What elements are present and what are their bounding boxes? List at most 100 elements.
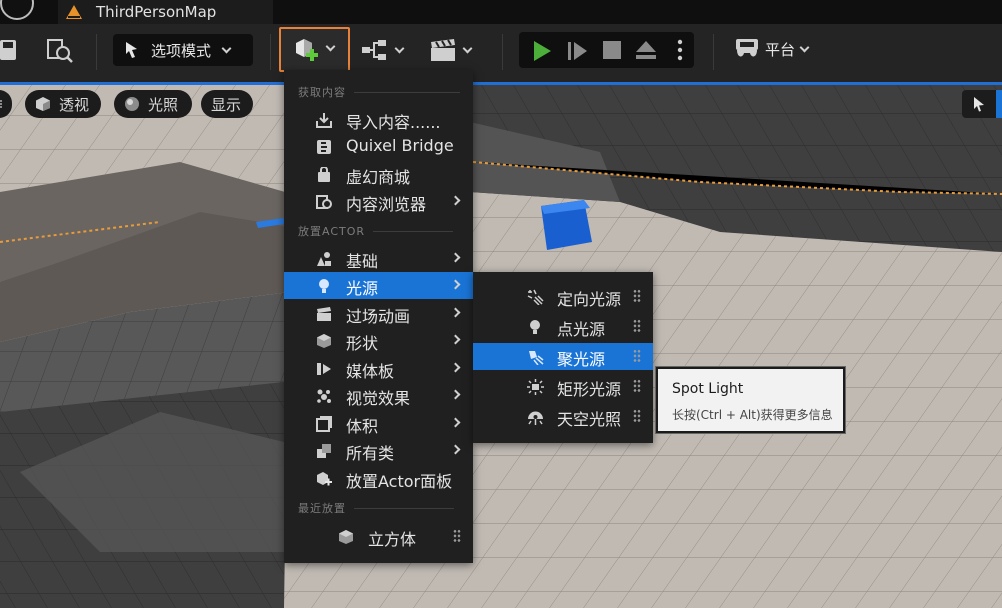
menu-item-content-browser[interactable]: 内容浏览器: [284, 188, 473, 215]
media-icon: [317, 363, 331, 375]
lit-mode-label: 光照: [148, 95, 179, 114]
drag-handle-icon[interactable]: [633, 289, 641, 303]
perspective-label: 透视: [59, 95, 90, 114]
submenu-item-spot-light[interactable]: 聚光源: [473, 343, 653, 370]
drag-handle-icon[interactable]: [633, 379, 641, 393]
toolbar-separator: [270, 34, 271, 70]
tool-active-indicator: [996, 90, 1002, 118]
quick-add-button[interactable]: [279, 27, 350, 72]
submenu-item-label: 定向光源: [557, 290, 622, 309]
chevron-right-icon: [450, 279, 461, 290]
perspective-button[interactable]: 透视: [25, 90, 101, 118]
advance-frame-icon[interactable]: [567, 40, 589, 62]
marketplace-icon: [318, 167, 330, 182]
chevron-right-icon: [450, 362, 461, 373]
platform-label: 平台: [765, 40, 796, 59]
menu-item-label: 放置Actor面板: [346, 472, 453, 491]
section-divider: [354, 91, 460, 93]
lit-sphere-icon: [125, 97, 139, 111]
toolbar-separator: [713, 34, 714, 70]
submenu-item-sky-light[interactable]: 天空光照: [473, 403, 653, 430]
submenu-item-label: 点光源: [557, 320, 606, 339]
menu-item-label: 所有类: [346, 444, 395, 463]
menu-item-marketplace[interactable]: 虚幻商城: [284, 161, 473, 188]
menu-item-label: 立方体: [368, 530, 417, 549]
select-mode-button[interactable]: 选项模式: [113, 34, 253, 66]
submenu-item-point-light[interactable]: 点光源: [473, 313, 653, 340]
section-divider: [373, 230, 454, 232]
blueprint-icon[interactable]: [362, 38, 390, 62]
menu-item-visual-effects[interactable]: 视觉效果: [284, 382, 473, 409]
chevron-right-icon: [450, 252, 461, 263]
menu-item-lights[interactable]: 光源: [284, 272, 473, 299]
drag-handle-icon[interactable]: [453, 529, 461, 543]
cinematics-icon: [317, 307, 331, 321]
drag-handle-icon[interactable]: [633, 349, 641, 363]
point-light-icon: [530, 320, 540, 334]
submenu-item-label: 天空光照: [557, 410, 622, 429]
main-toolbar: 选项模式 平台: [0, 24, 1002, 82]
lit-mode-button[interactable]: 光照: [114, 90, 192, 118]
gamepad-icon: [736, 39, 758, 57]
toolbar-separator: [502, 34, 503, 70]
stop-icon[interactable]: [603, 41, 621, 59]
transform-tools: [962, 90, 1002, 118]
content-browse-icon[interactable]: [46, 38, 74, 64]
select-cursor-icon[interactable]: [972, 96, 986, 112]
eject-icon[interactable]: [635, 40, 657, 60]
volume-icon: [316, 416, 332, 432]
viewport-active-border: [0, 82, 1002, 85]
select-mode-label: 选项模式: [151, 41, 212, 60]
menu-item-import-content[interactable]: 导入内容......: [284, 106, 473, 133]
menu-item-quixel-bridge[interactable]: Quixel Bridge: [284, 133, 473, 160]
submenu-item-label: 矩形光源: [557, 380, 622, 399]
section-divider: [354, 507, 454, 509]
drag-handle-icon[interactable]: [633, 319, 641, 333]
chevron-down-icon: [221, 43, 232, 53]
menu-item-volumes[interactable]: 体积: [284, 410, 473, 437]
all-classes-icon: [317, 444, 331, 458]
menu-item-label: 视觉效果: [346, 389, 411, 408]
menu-item-shapes[interactable]: 形状: [284, 327, 473, 354]
show-label: 显示: [211, 95, 242, 114]
submenu-item-directional-light[interactable]: 定向光源: [473, 283, 653, 310]
menu-item-label: 媒体板: [346, 362, 395, 381]
menu-item-label: 虚幻商城: [346, 168, 411, 187]
drag-handle-icon[interactable]: [633, 409, 641, 423]
spot-light-icon: [529, 351, 544, 365]
menu-item-label: 形状: [346, 334, 379, 353]
menu-item-label: 内容浏览器: [346, 195, 427, 214]
submenu-item-rect-light[interactable]: 矩形光源: [473, 373, 653, 400]
map-tab[interactable]: ThirdPersonMap: [58, 0, 273, 24]
menu-item-label: Quixel Bridge: [346, 136, 454, 155]
perspective-cube-icon: [36, 97, 50, 111]
import-icon: [316, 113, 332, 128]
platform-button[interactable]: 平台: [735, 38, 810, 60]
play-icon[interactable]: [531, 40, 553, 62]
menu-item-basic[interactable]: 基础: [284, 245, 473, 272]
chevron-down-icon: [799, 42, 810, 52]
menu-item-media[interactable]: 媒体板: [284, 355, 473, 382]
section-get-label: 获取内容: [298, 86, 346, 99]
menu-item-all-classes[interactable]: 所有类: [284, 437, 473, 464]
section-recent-label: 最近放置: [298, 502, 346, 515]
menu-item-label: 体积: [346, 417, 379, 436]
chevron-right-icon: [450, 195, 461, 206]
unreal-logo-icon[interactable]: [0, 0, 34, 20]
quixel-bridge-icon: [317, 140, 331, 154]
level-icon: [66, 5, 82, 19]
title-bar: ThirdPersonMap: [0, 0, 1002, 24]
more-options-icon[interactable]: [677, 39, 683, 61]
menu-item-recent-cube[interactable]: 立方体: [284, 523, 473, 550]
cinematics-toolbar-icon[interactable]: [430, 38, 458, 62]
show-button[interactable]: 显示: [201, 90, 253, 118]
map-tab-label: ThirdPersonMap: [96, 3, 217, 21]
menu-item-place-actors-panel[interactable]: 放置Actor面板: [284, 465, 473, 492]
place-actors-panel-icon: [317, 472, 332, 486]
menu-item-label: 导入内容......: [346, 113, 441, 132]
menu-item-cinematics[interactable]: 过场动画: [284, 300, 473, 327]
tooltip-hint: 长按(Ctrl + Alt)获得更多信息: [672, 408, 833, 422]
save-icon[interactable]: [0, 40, 18, 60]
spot-light-tooltip: Spot Light 长按(Ctrl + Alt)获得更多信息: [656, 367, 845, 433]
section-header-get-content: 获取内容: [298, 84, 460, 100]
